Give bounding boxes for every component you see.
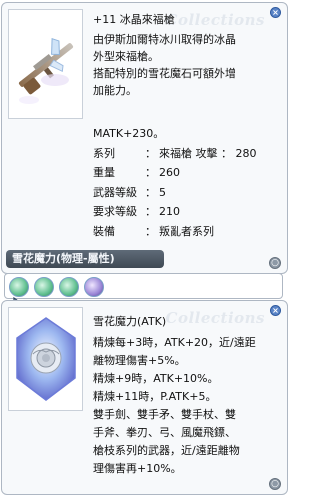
card-description: 精煉每+3時，ATK+20，近/遠距 離物理傷害+5%。 精煉+9時，ATK+1… (93, 334, 285, 478)
description-line: 精煉+11時，P.ATK+5。 (93, 390, 217, 403)
stat-key: 重量 (93, 166, 115, 179)
stat-key: 系列 (93, 146, 115, 160)
stat-value: 來福槍 攻擊 ： 280 (159, 146, 257, 160)
slot-tooltip-label: 雪花魔力(物理-屬性) (6, 250, 164, 268)
stat-row: MATK+230。 (93, 124, 283, 144)
description-line: 精煉+9時，ATK+10%。 (93, 372, 219, 385)
snow-rose-crystal-icon (16, 317, 76, 401)
item-title: +11 冰晶來福槍 (93, 13, 175, 26)
description-line: 手斧、拳刃、弓、風魔飛鏢、 (93, 426, 236, 439)
snowflake-gem-icon[interactable] (84, 277, 104, 297)
watermark-text: Collections (165, 11, 265, 29)
weapon-image (8, 9, 83, 119)
stat-value: MATK+230。 (93, 127, 165, 140)
corner-menu-icon[interactable]: ○ (269, 257, 281, 269)
description-line: 離物理傷害+5%。 (93, 354, 186, 367)
description-line: 理傷害再+10%。 (93, 462, 182, 475)
corner-menu-icon[interactable]: ○ (269, 478, 281, 490)
stat-separator: ： (145, 205, 156, 218)
item-stats: MATK+230。 系列 ： 來福槍 攻擊 ： 280 重量 ： 260 武器等… (93, 124, 283, 241)
stat-value: 叛亂者系列 (159, 224, 214, 238)
close-icon[interactable]: × (270, 305, 281, 316)
card-info-window: Collections × 雪花魔力(ATK) 精煉每+3時，ATK+20，近/… (1, 300, 288, 495)
description-line: 雙手劍、雙手矛、雙手杖、雙 (93, 408, 236, 421)
stat-value: 260 (159, 166, 180, 179)
item-info-window: Collections × +11 冰晶來福槍 由伊斯加爾特冰川取得的冰晶 外型… (1, 2, 288, 274)
stat-value: 210 (159, 205, 180, 218)
description-line: 加能力。 (93, 84, 137, 97)
description-line: 精煉每+3時，ATK+20，近/遠距 (93, 336, 256, 349)
stat-separator: ： (145, 224, 156, 238)
stat-row: 裝備 ： 叛亂者系列 (93, 222, 283, 242)
stat-row: 武器等級 ： 5 (93, 183, 283, 203)
ice-rifle-icon (18, 37, 74, 104)
item-description: 由伊斯加爾特冰川取得的冰晶 外型來福槍。 搭配特別的雪花魔石可額外增 加能力。 (93, 31, 285, 99)
watermark-text: Collections (165, 309, 265, 327)
description-line: 搭配特別的雪花魔石可額外增 (93, 67, 236, 80)
snowflake-gem-icon[interactable] (59, 277, 79, 297)
stat-row: 系列 ： 來福槍 攻擊 ： 280 (93, 144, 283, 164)
stat-separator: ： (145, 185, 156, 199)
stat-key: 武器等級 (93, 185, 137, 199)
close-icon[interactable]: × (270, 7, 281, 18)
card-image (8, 307, 83, 411)
description-line: 由伊斯加爾特冰川取得的冰晶 (93, 33, 236, 46)
stat-separator: ： (145, 166, 156, 179)
description-line: 槍枝系列的武器，近/遠距離物 (93, 444, 240, 457)
snowflake-gem-icon[interactable] (34, 277, 54, 297)
stat-separator: ： (145, 146, 156, 160)
stat-row: 重量 ： 260 (93, 163, 283, 183)
stat-value: 5 (159, 185, 166, 199)
description-line: 外型來福槍。 (93, 50, 159, 63)
stat-row: 要求等級 ： 210 (93, 202, 283, 222)
stat-key: 裝備 (93, 224, 115, 238)
card-title: 雪花魔力(ATK) (93, 315, 167, 328)
snowflake-gem-icon[interactable] (9, 277, 29, 297)
stat-key: 要求等級 (93, 205, 137, 218)
